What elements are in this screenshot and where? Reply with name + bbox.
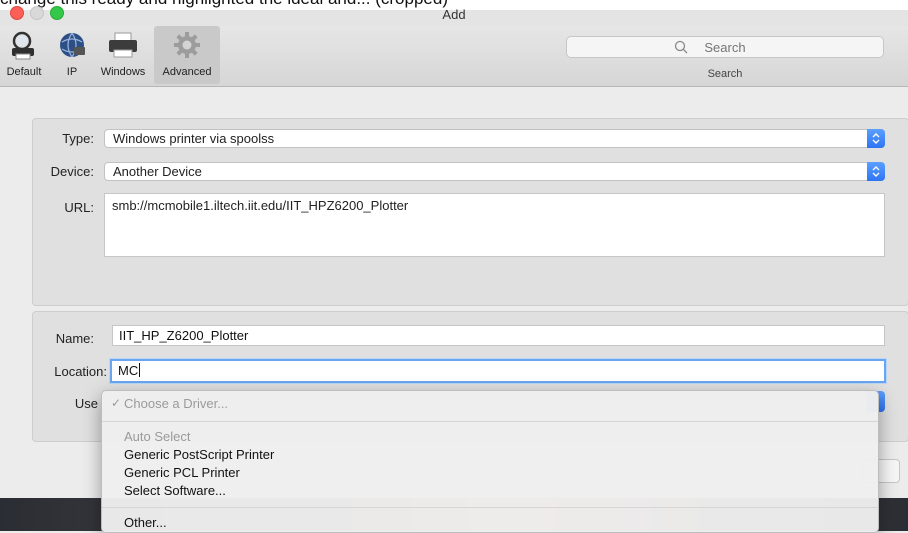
gear-icon	[174, 32, 200, 58]
type-label: Type:	[62, 131, 94, 146]
toolbar-windows-button[interactable]: Windows	[92, 26, 154, 84]
window-title-text: Add	[442, 7, 466, 22]
menu-item-label: Select Software...	[124, 483, 226, 498]
globe-icon	[60, 32, 85, 58]
toolbar: Default IP Windows Advanced Search Searc…	[0, 26, 908, 87]
toolbar-advanced-button[interactable]: Advanced	[154, 26, 220, 84]
toolbar-default-button[interactable]: Default	[2, 26, 46, 84]
device-select[interactable]: Another Device	[104, 162, 885, 181]
printer-icon	[109, 32, 137, 58]
menu-item-label: Other...	[124, 515, 167, 530]
toolbar-default-label: Default	[6, 66, 42, 78]
menu-item-generic-postscript[interactable]: Generic PostScript Printer	[102, 447, 878, 465]
type-select-arrows-icon	[867, 129, 885, 148]
driver-dropdown-menu: ✓ Choose a Driver... Auto Select Generic…	[101, 390, 879, 533]
menu-item-select-software[interactable]: Select Software...	[102, 483, 878, 501]
name-field[interactable]: IIT_HP_Z6200_Plotter	[112, 325, 885, 346]
location-value: MC	[118, 363, 139, 378]
menu-item-generic-pcl[interactable]: Generic PCL Printer	[102, 465, 878, 483]
name-value: IIT_HP_Z6200_Plotter	[119, 328, 249, 343]
device-select-value: Another Device	[113, 164, 202, 179]
printer-magnifier-icon	[12, 31, 34, 60]
url-field[interactable]: smb://mcmobile1.iltech.iit.edu/IIT_HPZ62…	[104, 193, 885, 257]
menu-item-label: Generic PostScript Printer	[124, 447, 275, 462]
menu-item-auto-select[interactable]: Auto Select	[102, 429, 878, 447]
device-label: Device:	[50, 164, 94, 179]
device-select-arrows-icon	[867, 162, 885, 181]
type-select-value: Windows printer via spoolss	[113, 131, 275, 146]
toolbar-ip-button[interactable]: IP	[52, 26, 92, 84]
menu-separator	[102, 507, 878, 508]
checkmark-icon: ✓	[111, 396, 122, 410]
search-label: Search	[707, 68, 743, 80]
location-label: Location:	[54, 364, 107, 379]
toolbar-ip-label: IP	[66, 66, 78, 78]
title-bar-lower: Add	[0, 6, 908, 26]
name-label: Name:	[55, 331, 94, 346]
menu-item-label: Auto Select	[124, 429, 191, 444]
menu-item-other[interactable]: Other...	[102, 515, 878, 532]
search-input[interactable]	[566, 36, 884, 58]
menu-item-choose-driver[interactable]: ✓ Choose a Driver...	[102, 396, 878, 414]
toolbar-advanced-label: Advanced	[162, 66, 212, 78]
text-caret	[139, 363, 141, 377]
location-field[interactable]: MC	[110, 359, 886, 383]
type-select[interactable]: Windows printer via spoolss	[104, 129, 885, 148]
use-label: Use	[74, 396, 98, 411]
menu-item-label: Choose a Driver...	[124, 396, 229, 411]
search-field-wrap	[566, 36, 884, 58]
menu-separator	[102, 421, 878, 422]
menu-item-label: Generic PCL Printer	[124, 465, 240, 480]
url-value: smb://mcmobile1.iltech.iit.edu/IIT_HPZ62…	[112, 198, 409, 213]
url-label: URL:	[64, 200, 94, 215]
toolbar-windows-label: Windows	[100, 66, 146, 78]
